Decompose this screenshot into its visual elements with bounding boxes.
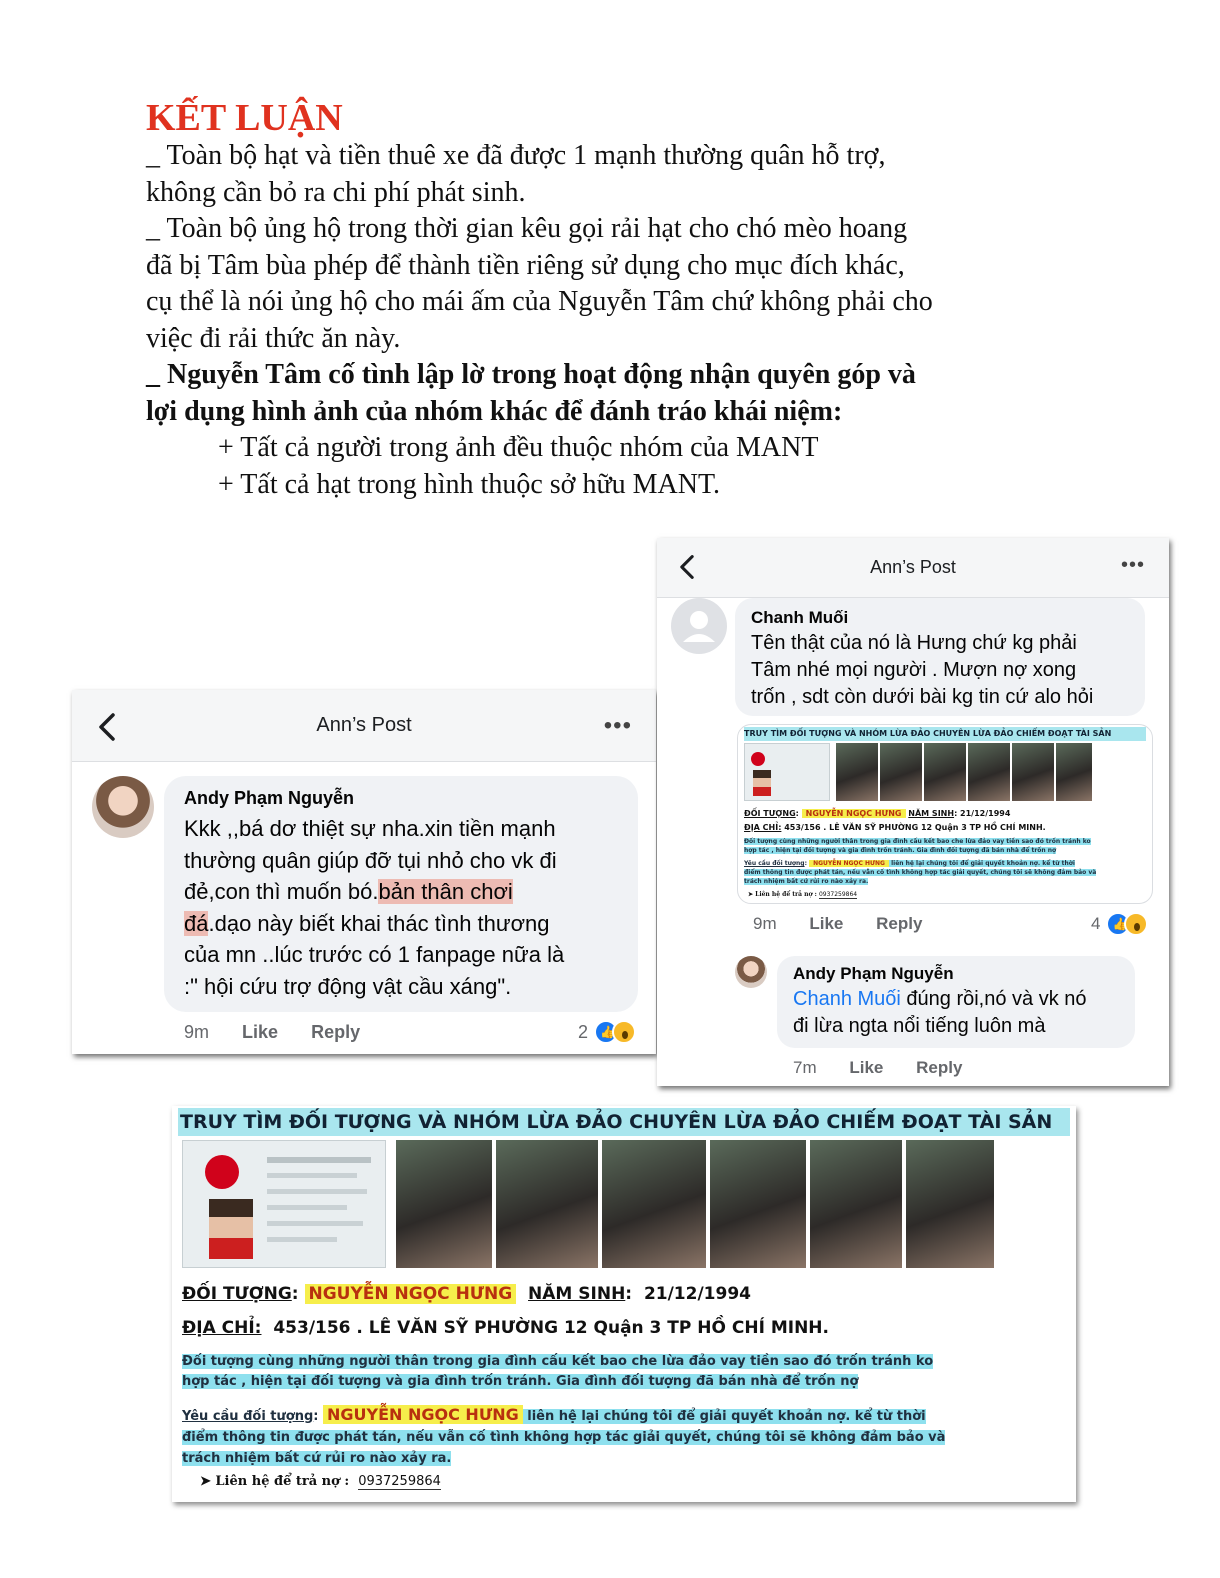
wow-reaction-icon: [1124, 912, 1149, 936]
post-header-title: Ann’s Post: [870, 557, 956, 577]
avatar[interactable]: [735, 956, 767, 988]
suspect-photo: [602, 1140, 706, 1268]
post-header: Ann’s Post •••: [657, 538, 1169, 598]
avatar[interactable]: [671, 598, 727, 654]
poster-banner: TRUY TÌM ĐỐI TƯỢNG VÀ NHÓM LỪA ĐẢO CHUYÊ…: [178, 1108, 1070, 1136]
like-button[interactable]: Like: [809, 914, 843, 933]
doc-line: _ Toàn bộ ủng hộ trong thời gian kêu gọi…: [146, 213, 908, 244]
poster-paragraph: Đối tượng cùng những người thân trong gi…: [744, 838, 1091, 854]
poster-subject-line: ĐỐI TƯỢNG: NGUYỄN NGỌC HƯNG NĂM SINH: 21…: [744, 809, 1011, 818]
doc-line: việc đi rải thức ăn này.: [146, 322, 401, 354]
id-card-image: [744, 743, 830, 801]
reply-bubble: Andy Phạm Nguyễn Chanh Muối đúng rồi,nó …: [777, 956, 1135, 1048]
suspect-photo: [710, 1140, 806, 1268]
left-post-screenshot: Ann’s Post ••• Andy Phạm Nguyễn Kkk ,,bá…: [72, 690, 656, 1054]
comment-actions: 9m Like Reply: [753, 914, 950, 934]
post-header: Ann’s Post •••: [72, 690, 656, 762]
suspect-photo: [1012, 743, 1054, 801]
wow-reaction-icon: [612, 1020, 637, 1044]
reply-time: 7m: [793, 1058, 817, 1077]
doc-line: không cần bỏ ra chi phí phát sinh.: [146, 176, 526, 208]
comment-bubble: Chanh Muối Tên thật của nó là Hưng chứ k…: [735, 598, 1145, 716]
comment-time: 9m: [184, 1022, 210, 1042]
reaction-count: 4: [1091, 914, 1101, 933]
suspect-photo: [810, 1140, 902, 1268]
reaction-summary[interactable]: 2: [578, 1020, 637, 1044]
wanted-poster-image: TRUY TÌM ĐỐI TƯỢNG VÀ NHÓM LỪA ĐẢO CHUYÊ…: [172, 1106, 1076, 1502]
page-title: KẾT LUẬN: [146, 97, 343, 139]
suspect-photo: [1056, 743, 1092, 801]
poster-request: Yêu cầu đối tượng: NGUYỄN NGỌC HƯNG liên…: [744, 860, 1097, 885]
right-post-screenshot: Ann’s Post ••• Chanh Muối Tên thật của n…: [657, 538, 1169, 1086]
id-card-image: [182, 1140, 386, 1268]
suspect-photo: [836, 743, 878, 801]
highlighted-text: bản thân chơi: [378, 879, 513, 904]
comment-text: Kkk ,,bá dơ thiệt sự nha.xin tiền mạnh t…: [184, 816, 565, 999]
comment-time: 9m: [753, 914, 777, 933]
comment-author[interactable]: Andy Phạm Nguyễn: [184, 788, 618, 809]
like-button[interactable]: Like: [242, 1022, 278, 1042]
reply-button[interactable]: Reply: [916, 1058, 962, 1077]
reply-button[interactable]: Reply: [876, 914, 922, 933]
doc-line: đã bị Tâm bùa phép để thành tiền riêng s…: [146, 249, 905, 281]
poster-paragraph: Đối tượng cùng những người thân trong gi…: [182, 1354, 934, 1389]
mention-link[interactable]: Chanh Muối: [793, 988, 901, 1010]
poster-banner: TRUY TÌM ĐỐI TƯỢNG VÀ NHÓM LỪA ĐẢO CHUYÊ…: [744, 727, 1146, 741]
suspect-photo: [496, 1140, 598, 1268]
suspect-photo: [880, 743, 922, 801]
post-header-title: Ann’s Post: [316, 714, 412, 736]
like-button[interactable]: Like: [849, 1058, 883, 1077]
poster-address-line: ĐỊA CHỈ: 453/156 . LÊ VĂN SỸ PHƯỜNG 12 Q…: [182, 1318, 829, 1338]
reply-actions: 7m Like Reply: [793, 1058, 990, 1078]
suspect-photo: [396, 1140, 492, 1268]
doc-line-bold: _ Nguyễn Tâm cố tình lập lờ trong hoạt đ…: [146, 359, 916, 390]
suspect-photo: [968, 743, 1010, 801]
reaction-count: 2: [578, 1021, 589, 1042]
poster-contact: ➤ Liên hệ để trả nợ : 0937259864: [200, 1474, 441, 1490]
reaction-summary[interactable]: 4: [1091, 912, 1149, 936]
doc-line-bold: lợi dụng hình ảnh của nhóm khác để đánh …: [146, 395, 843, 427]
more-options-icon[interactable]: •••: [1121, 554, 1145, 577]
poster-address-line: ĐỊA CHỈ: 453/156 . LÊ VĂN SỸ PHƯỜNG 12 Q…: [744, 823, 1046, 832]
doc-bullet: + Tất cả người trong ảnh đều thuộc nhóm …: [218, 432, 819, 463]
comment-actions: 9m Like Reply: [184, 1022, 388, 1043]
doc-line: _ Toàn bộ hạt và tiền thuê xe đã được 1 …: [146, 140, 886, 171]
suspect-photo: [924, 743, 966, 801]
default-avatar-icon: [683, 611, 715, 642]
doc-line: cụ thể là nói ủng hộ cho mái ấm của Nguy…: [146, 286, 933, 317]
conclusion-section: KẾT LUẬN _ Toàn bộ hạt và tiền thuê xe đ…: [146, 98, 1106, 503]
poster-contact: ➤ Liên hệ để trả nợ : 0937259864: [748, 891, 858, 899]
avatar[interactable]: [92, 776, 154, 838]
more-options-icon[interactable]: •••: [604, 712, 632, 740]
comment-text: Tên thật của nó là Hưng chứ kg phải Tâm …: [751, 632, 1094, 708]
comment-bubble: Andy Phạm Nguyễn Kkk ,,bá dơ thiệt sự nh…: [164, 776, 638, 1012]
reply-button[interactable]: Reply: [311, 1022, 360, 1042]
poster-subject-line: ĐỐI TƯỢNG: NGUYỄN NGỌC HƯNG NĂM SINH: 21…: [182, 1284, 751, 1304]
poster-request: Yêu cầu đối tượng: NGUYỄN NGỌC HƯNG liên…: [182, 1405, 946, 1466]
attached-poster-image[interactable]: TRUY TÌM ĐỐI TƯỢNG VÀ NHÓM LỪA ĐẢO CHUYÊ…: [737, 724, 1153, 904]
reply-text: Chanh Muối đúng rồi,nó và vk nó đi lừa n…: [793, 988, 1087, 1037]
doc-bullet: + Tất cả hạt trong hình thuộc sở hữu MAN…: [218, 468, 720, 500]
comment-author[interactable]: Chanh Muối: [751, 608, 1129, 628]
reply-author[interactable]: Andy Phạm Nguyễn: [793, 964, 1119, 984]
highlighted-text: đá: [184, 910, 209, 936]
suspect-photo: [906, 1140, 994, 1268]
